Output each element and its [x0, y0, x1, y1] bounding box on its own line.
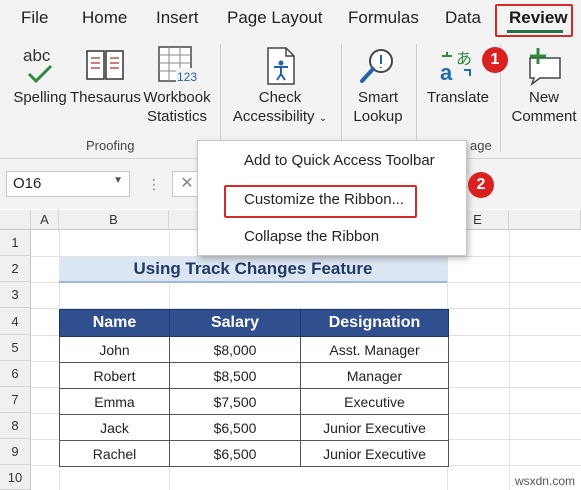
row-header-4[interactable]: 4: [0, 308, 31, 335]
menu-item-add-to-quick-access[interactable]: Add to Quick Access Toolbar: [244, 152, 435, 169]
cell-name[interactable]: Jack: [59, 414, 170, 441]
workbook-statistics-button[interactable]: 123 Workbook Statistics: [140, 44, 214, 126]
cell-name[interactable]: Robert: [59, 362, 170, 389]
ribbon-context-menu: Add to Quick Access Toolbar Customize th…: [197, 140, 467, 256]
cell-salary[interactable]: $6,500: [169, 414, 301, 441]
cell-name[interactable]: Emma: [59, 388, 170, 415]
ribbon-tab-bar: File Home Insert Page Layout Formulas Da…: [0, 0, 581, 38]
table-row: Jack $6,500 Junior Executive: [59, 414, 449, 441]
cell-designation[interactable]: Junior Executive: [300, 440, 449, 467]
new-comment-button[interactable]: New Comment: [506, 44, 581, 126]
cell-salary[interactable]: $7,500: [169, 388, 301, 415]
row-header-8[interactable]: 8: [0, 413, 31, 439]
tab-page-layout[interactable]: Page Layout: [227, 8, 322, 28]
tab-home[interactable]: Home: [82, 8, 127, 28]
workbook-statistics-label-2: Statistics: [146, 108, 207, 125]
svg-text:あ: あ: [456, 49, 472, 68]
row-header-10[interactable]: 10: [0, 465, 31, 490]
search-icon: [346, 44, 410, 88]
language-group-label: age: [470, 138, 492, 153]
cell-designation[interactable]: Executive: [300, 388, 449, 415]
review-tab-highlight: [495, 4, 573, 37]
table-row: Robert $8,500 Manager: [59, 362, 449, 389]
group-separator: [416, 44, 417, 152]
new-comment-label-1: New: [528, 89, 559, 106]
group-separator: [220, 44, 221, 152]
table-row: John $8,000 Asst. Manager: [59, 336, 449, 363]
spelling-label: Spelling: [13, 89, 67, 106]
row-header-7[interactable]: 7: [0, 387, 31, 413]
tab-file[interactable]: File: [21, 8, 48, 28]
row-header-1[interactable]: 1: [0, 230, 31, 256]
row-header-5[interactable]: 5: [0, 335, 31, 361]
row-header-6[interactable]: 6: [0, 361, 31, 387]
svg-text:a: a: [440, 60, 453, 85]
formula-bar-grip-icon: ⋮: [147, 176, 161, 192]
chevron-down-icon: ⌄: [318, 113, 328, 124]
proofing-group-label: Proofing: [86, 138, 135, 153]
check-accessibility-label-2: Accessibility ⌄: [232, 108, 328, 125]
cell-designation[interactable]: Junior Executive: [300, 414, 449, 441]
cell-salary[interactable]: $6,500: [169, 440, 301, 467]
menu-item-collapse-ribbon[interactable]: Collapse the Ribbon: [244, 228, 379, 245]
step-badge-2: 2: [468, 172, 494, 198]
gridline: [509, 230, 510, 490]
row-header-3[interactable]: 3: [0, 282, 31, 308]
header-designation[interactable]: Designation: [300, 309, 449, 337]
tab-insert[interactable]: Insert: [156, 8, 199, 28]
tab-formulas[interactable]: Formulas: [348, 8, 419, 28]
accessibility-icon: [228, 44, 332, 88]
cell-salary[interactable]: $8,000: [169, 336, 301, 363]
new-comment-icon: [506, 44, 581, 88]
book-icon: [70, 44, 140, 88]
header-name[interactable]: Name: [59, 309, 170, 337]
column-header-b[interactable]: B: [59, 210, 169, 230]
check-accessibility-label-1: Check: [258, 89, 302, 106]
table-row: Emma $7,500 Executive: [59, 388, 449, 415]
customize-ribbon-highlight: [224, 185, 417, 218]
smart-lookup-label-2: Lookup: [353, 108, 403, 125]
spelling-icon: abc: [8, 44, 72, 88]
watermark: wsxdn.com: [514, 474, 575, 488]
cell-name[interactable]: John: [59, 336, 170, 363]
column-header-a[interactable]: A: [31, 210, 59, 230]
group-separator: [341, 44, 342, 152]
step-badge-1: 1: [482, 47, 508, 73]
cell-designation[interactable]: Asst. Manager: [300, 336, 449, 363]
thesaurus-label: Thesaurus: [70, 89, 141, 106]
column-header-f[interactable]: [509, 210, 581, 230]
new-comment-label-2: Comment: [511, 108, 577, 125]
chevron-down-icon[interactable]: ▼: [113, 175, 123, 186]
translate-label: Translate: [427, 89, 489, 106]
name-box-value: O16: [13, 175, 42, 192]
row-header-2[interactable]: 2: [0, 256, 31, 282]
smart-lookup-button[interactable]: Smart Lookup: [346, 44, 410, 126]
table-row: Rachel $6,500 Junior Executive: [59, 440, 449, 467]
table-header-row: Name Salary Designation: [59, 309, 449, 337]
cell-salary[interactable]: $8,500: [169, 362, 301, 389]
check-accessibility-button[interactable]: Check Accessibility ⌄: [228, 44, 332, 128]
workbook-statistics-icon: 123: [140, 44, 214, 88]
workbook-statistics-label-1: Workbook: [143, 89, 211, 106]
thesaurus-button[interactable]: Thesaurus: [70, 44, 141, 107]
spelling-button[interactable]: abc Spelling: [8, 44, 72, 107]
header-salary[interactable]: Salary: [169, 309, 301, 337]
name-box[interactable]: O16 ▼: [6, 171, 130, 197]
cell-designation[interactable]: Manager: [300, 362, 449, 389]
cell-name[interactable]: Rachel: [59, 440, 170, 467]
row-header-9[interactable]: 9: [0, 439, 31, 465]
tab-data[interactable]: Data: [445, 8, 481, 28]
sheet-title[interactable]: Using Track Changes Feature: [59, 257, 447, 283]
salary-table: Name Salary Designation John $8,000 Asst…: [59, 309, 449, 467]
select-all-corner[interactable]: [0, 210, 31, 230]
smart-lookup-label-1: Smart: [357, 89, 398, 106]
